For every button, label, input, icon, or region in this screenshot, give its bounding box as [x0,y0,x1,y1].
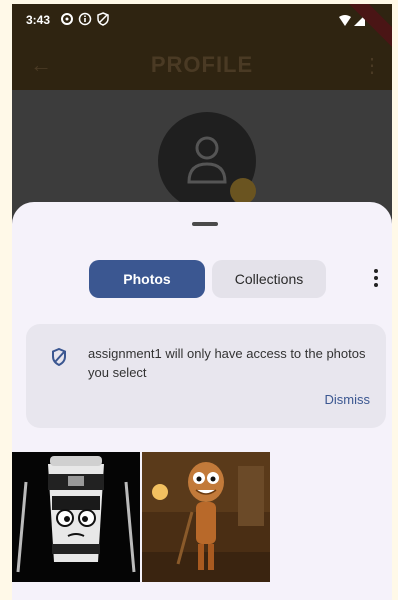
page-title: PROFILE [150,52,254,77]
person-icon [187,136,227,184]
sheet-footer [12,584,392,600]
status-bar: 3:43 [12,4,392,40]
ninja-coffee-cup-photo[interactable] [12,452,140,582]
photo-thumbnail [142,452,270,582]
settings-icon [61,13,73,25]
app-bar: ← PROFILE ⋮ [12,40,392,90]
tab-collections[interactable]: Collections [212,260,326,298]
more-vert-icon[interactable]: ⋮ [362,53,382,78]
tab-photos[interactable]: Photos [89,260,205,298]
phone-screen: 3:43 ← PROFILE ⋮ Photos Collections assi… [12,4,392,600]
more-vert-icon[interactable] [368,266,384,290]
info-icon [78,12,92,26]
photo-thumbnail [12,452,140,582]
edit-avatar-button[interactable] [230,178,256,204]
profile-header [12,90,392,210]
status-time: 3:43 [26,13,51,27]
drag-handle[interactable] [192,222,218,226]
wifi-icon [339,15,351,26]
shield-icon [52,348,66,366]
photo-picker-sheet: Photos Collections assignment1 will only… [12,202,392,600]
vpn-key-icon [97,12,109,26]
dismiss-button[interactable]: Dismiss [325,392,371,407]
cartoon-character-photo[interactable] [142,452,270,582]
access-notice-card: assignment1 will only have access to the… [26,324,386,428]
notice-text: assignment1 will only have access to the… [88,346,366,380]
